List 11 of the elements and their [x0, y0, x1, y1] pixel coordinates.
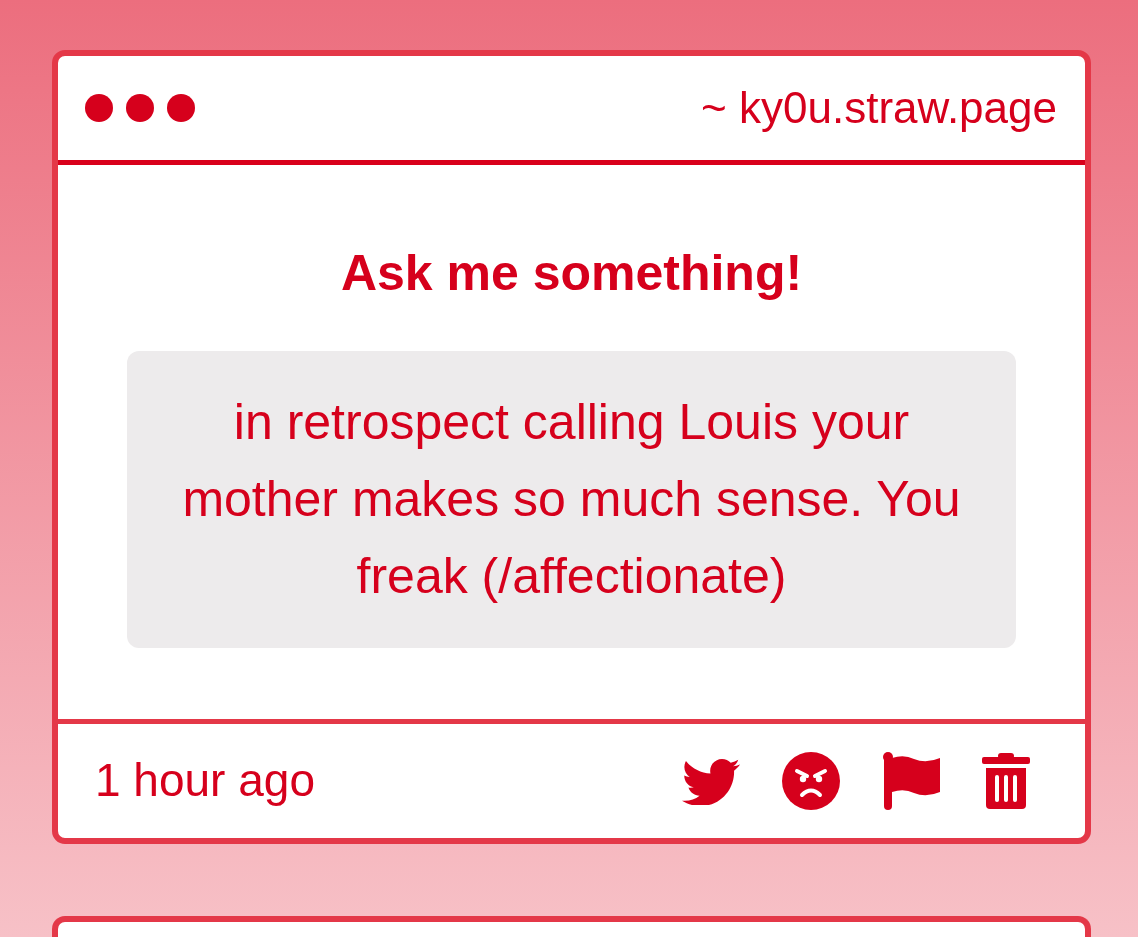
angry-face-icon[interactable]	[782, 752, 840, 810]
site-address: ~ ky0u.straw.page	[701, 81, 1057, 134]
prompt-heading: Ask me something!	[339, 244, 804, 303]
post-time: 1 hour ago	[95, 753, 315, 809]
dot-icon	[85, 94, 113, 122]
flag-icon[interactable]	[882, 752, 940, 810]
trash-icon[interactable]	[982, 752, 1030, 810]
question-text: in retrospect calling Louis your mother makes so much sense. You freak (/affectionate)	[181, 393, 962, 606]
dot-icon	[126, 94, 154, 122]
dot-icon	[167, 94, 195, 122]
bird-icon[interactable]	[682, 757, 740, 805]
